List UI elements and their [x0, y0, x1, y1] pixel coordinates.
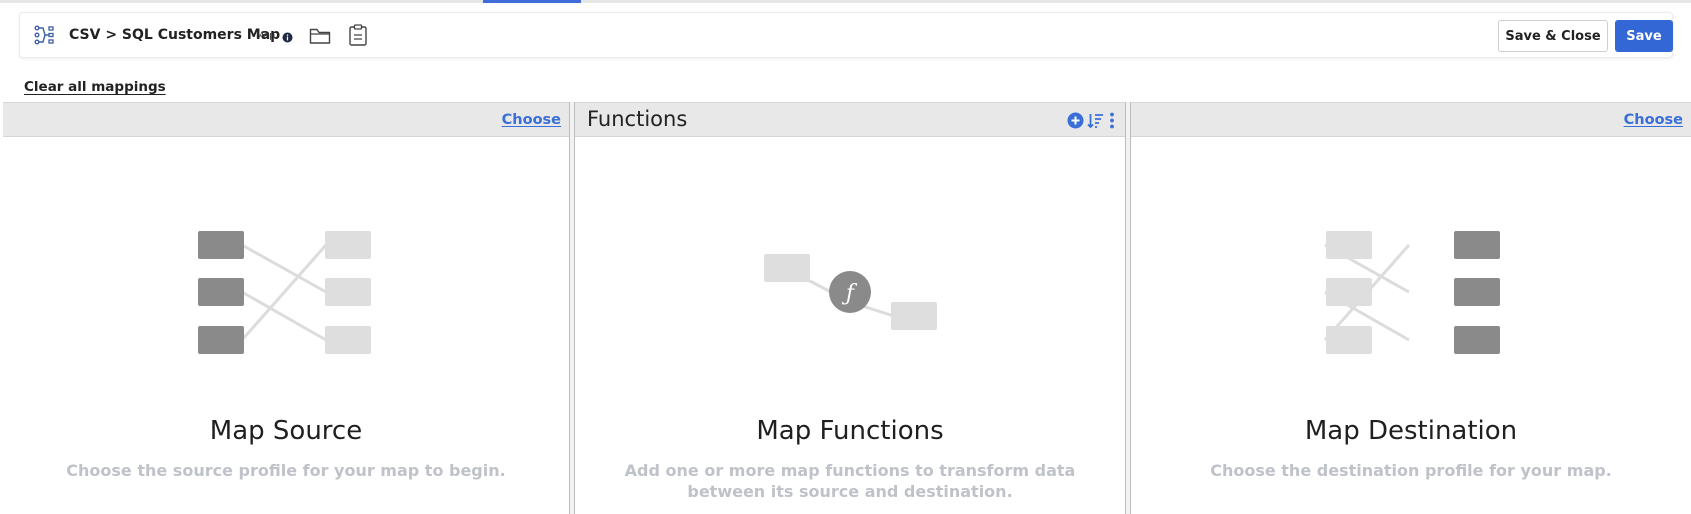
active-tab-indicator	[483, 0, 581, 3]
functions-panel-description: Add one or more map functions to transfo…	[624, 461, 1076, 501]
functions-placeholder-illustration: ƒ	[764, 254, 937, 330]
save-and-close-button[interactable]: Save & Close	[1498, 20, 1608, 52]
map-functions-panel: Functions ƒ Map Functions Add one or mor…	[575, 102, 1125, 514]
map-toolbar: CSV > SQL Customers Map Map Save & Close…	[19, 12, 1673, 58]
function-icon: ƒ	[829, 271, 871, 313]
clear-all-mappings-link[interactable]: Clear all mappings	[24, 79, 166, 95]
destination-panel-heading: Map Destination	[1304, 416, 1518, 446]
source-panel-description: Choose the source profile for your map t…	[66, 461, 506, 480]
destination-placeholder-illustration	[1323, 231, 1500, 354]
map-title: CSV > SQL Customers Map	[69, 27, 281, 43]
top-tab-strip	[0, 0, 1691, 3]
info-icon[interactable]	[282, 32, 293, 43]
save-button[interactable]: Save	[1615, 20, 1673, 52]
notes-icon[interactable]	[348, 24, 368, 46]
map-source-panel: Choose Map Source Choose the source prof…	[3, 102, 569, 514]
source-placeholder-illustration	[198, 231, 371, 354]
folder-icon[interactable]	[309, 26, 331, 46]
map-destination-panel: Choose Map Destination Choose the destin…	[1131, 102, 1691, 514]
functions-panel-heading: Map Functions	[756, 416, 944, 446]
destination-panel-description: Choose the destination profile for your …	[1210, 461, 1612, 480]
map-icon	[34, 25, 54, 45]
map-type-tag: Map	[256, 31, 275, 41]
source-panel-heading: Map Source	[209, 416, 363, 446]
